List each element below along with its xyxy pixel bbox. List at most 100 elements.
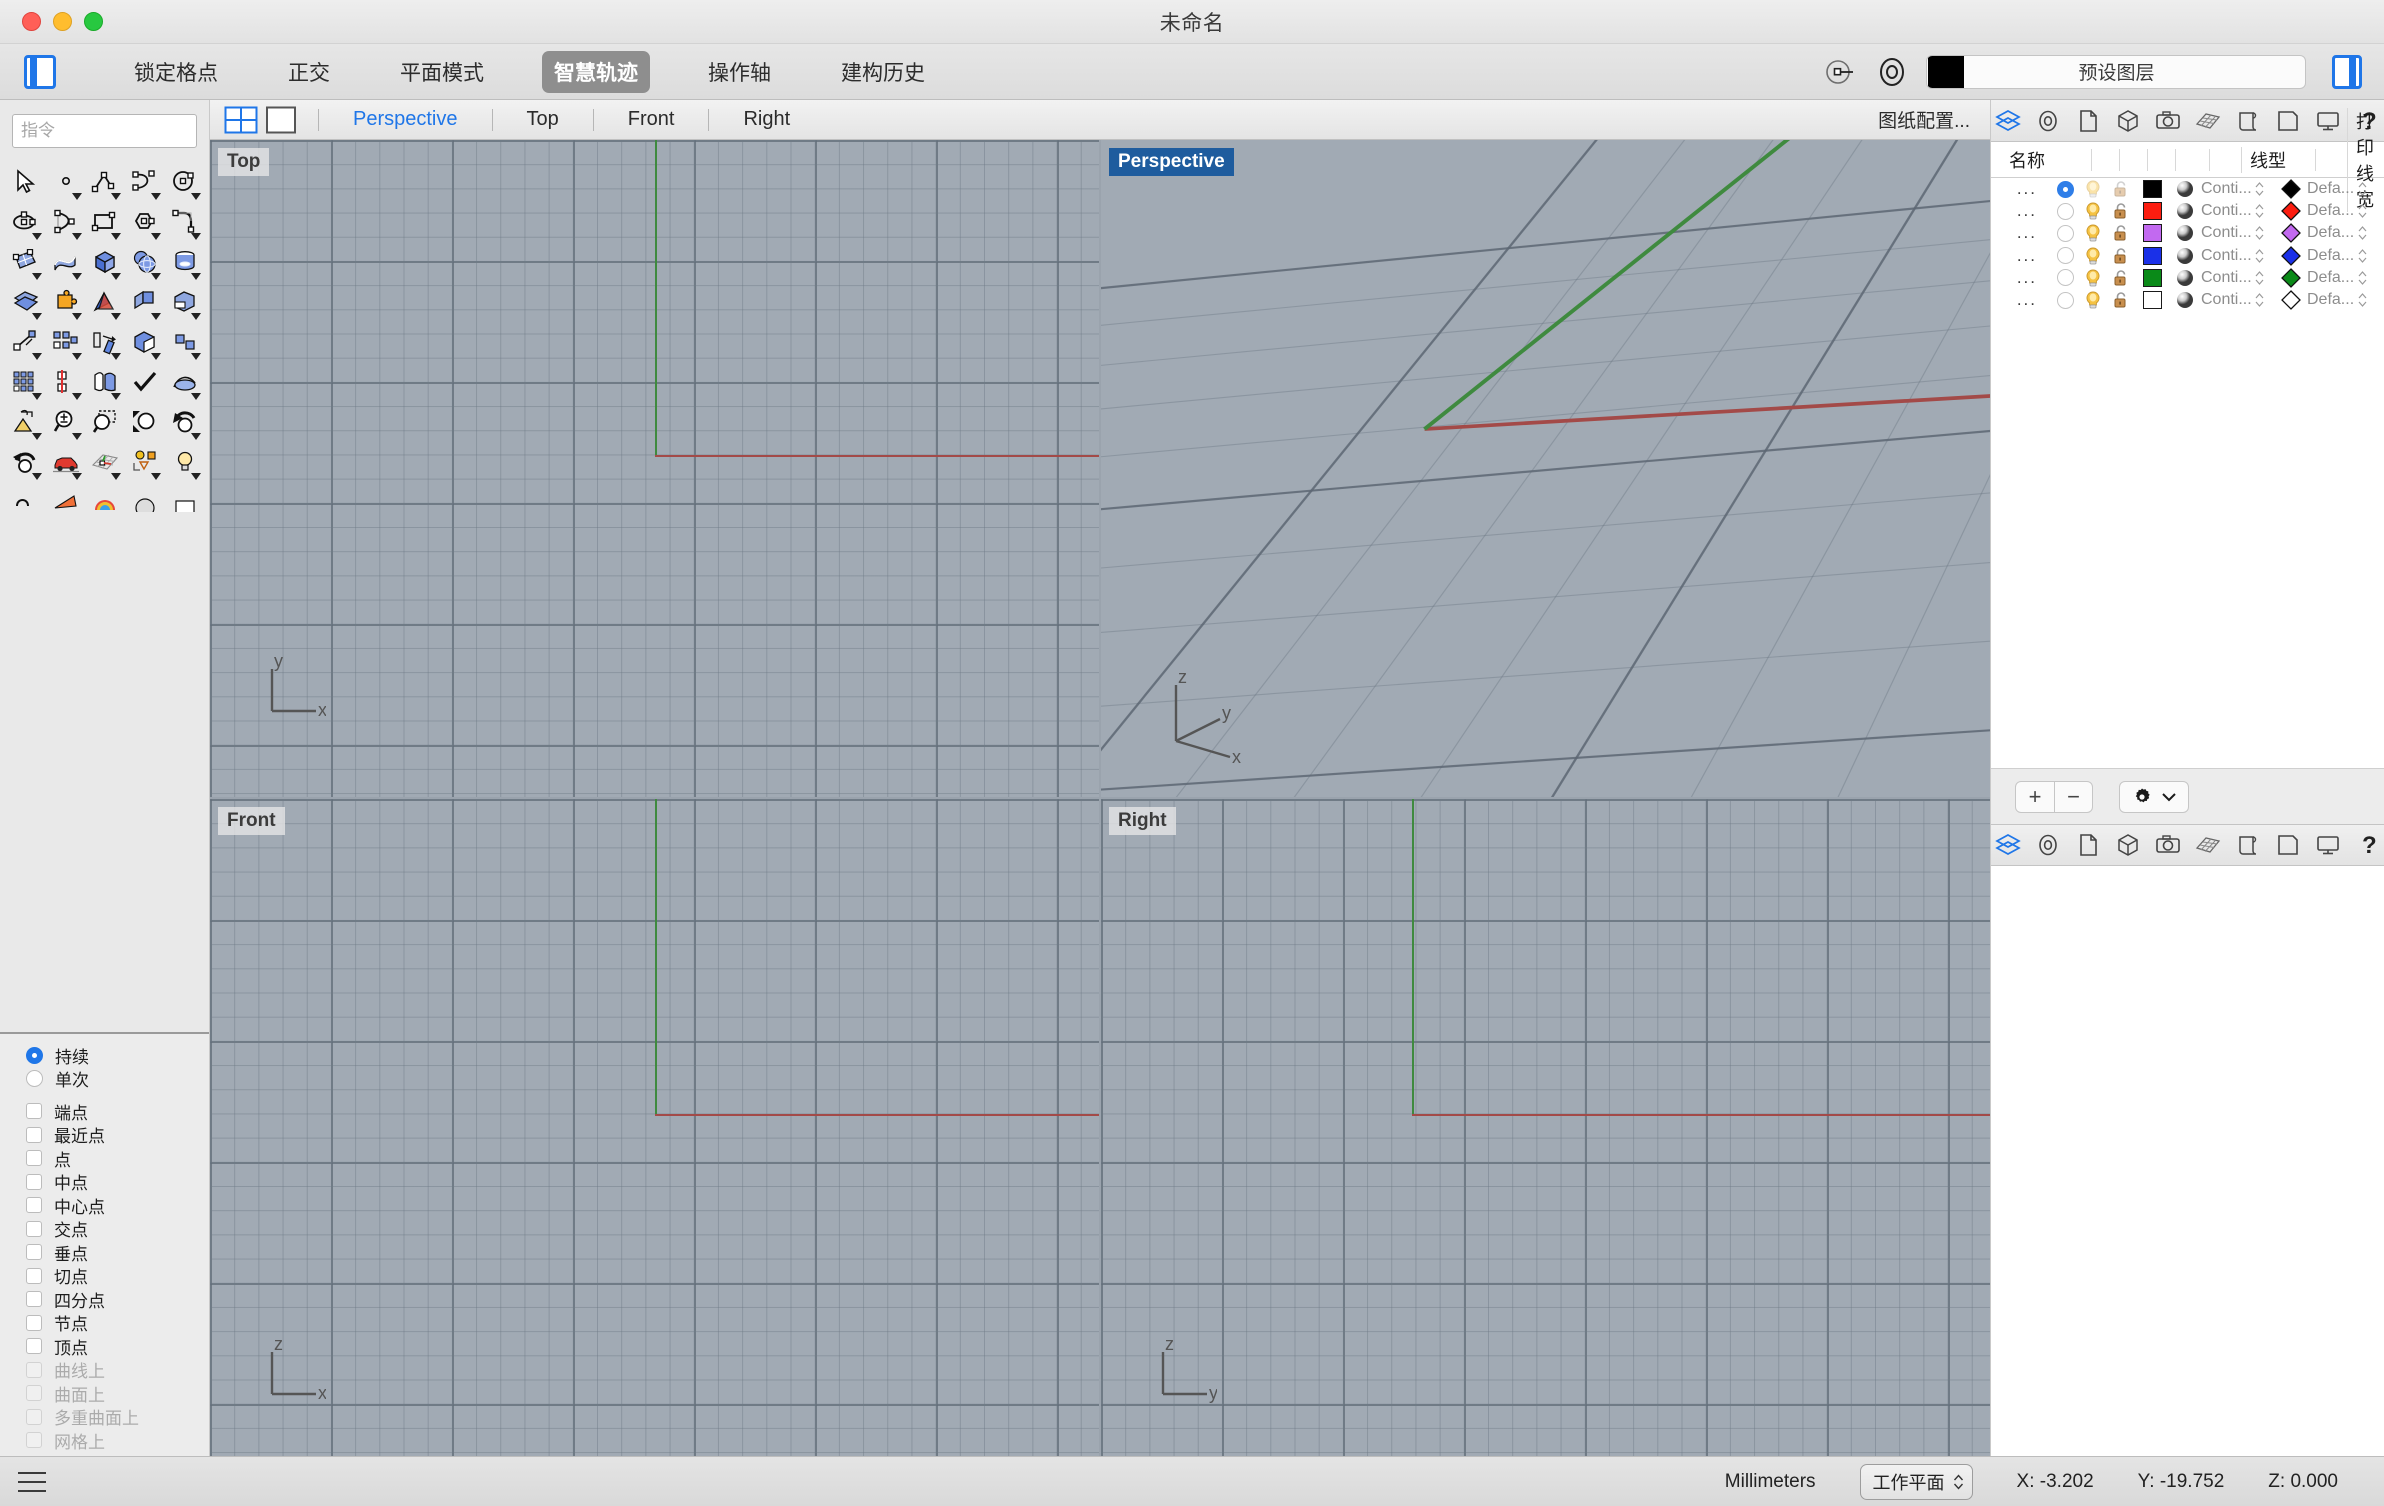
layer-print-width-select[interactable]: Defa... <box>2307 291 2384 309</box>
tool-select-arrow[interactable] <box>6 162 46 202</box>
viewport-tab-perspective[interactable]: Perspective <box>333 108 478 131</box>
tool-puzzle[interactable] <box>46 282 86 322</box>
layer-visibility-toggle[interactable] <box>2079 179 2107 199</box>
layer-lock-toggle[interactable] <box>2107 223 2135 243</box>
tool-layout[interactable] <box>125 442 165 482</box>
layer-print-width-select[interactable]: Defa... <box>2307 269 2384 287</box>
gumball-icon[interactable] <box>1822 54 1858 90</box>
layer-name[interactable]: ... <box>1991 201 2051 221</box>
tool-split[interactable] <box>125 322 165 362</box>
layer-material-icon[interactable] <box>2169 268 2201 288</box>
snap-near[interactable]: 最近点 <box>0 1123 209 1147</box>
layer-material-icon[interactable] <box>2169 290 2201 310</box>
layer-color-swatch[interactable] <box>2135 291 2169 310</box>
tool-cylinder[interactable] <box>165 242 205 282</box>
table-row[interactable]: ... Conti... Defa... <box>1991 200 2384 222</box>
layer-linetype-select[interactable]: Conti... <box>2201 269 2275 287</box>
layer-name[interactable]: ... <box>1991 290 2051 310</box>
radio-current-layer-icon[interactable] <box>2056 269 2074 287</box>
toolbar-item-history[interactable]: 建构历史 <box>829 51 937 93</box>
radio-current-layer-icon[interactable] <box>2056 180 2074 198</box>
camera-icon[interactable] <box>2154 831 2182 859</box>
layer-visibility-toggle[interactable] <box>2079 268 2107 288</box>
viewport-front[interactable]: z x Front <box>210 799 1099 1456</box>
layer-color-swatch[interactable] <box>2135 268 2169 287</box>
layer-print-width-select[interactable]: Defa... <box>2307 224 2384 242</box>
checkbox-near-icon[interactable] <box>26 1126 42 1143</box>
tool-surface-from-curves[interactable] <box>6 242 46 282</box>
tool-rotate-view[interactable] <box>6 442 46 482</box>
tool-zoom-previous[interactable] <box>165 402 205 442</box>
table-row[interactable]: ... Conti... Defa... <box>1991 267 2384 289</box>
object-properties-icon[interactable] <box>2114 831 2142 859</box>
layer-linetype-select[interactable]: Conti... <box>2201 247 2275 265</box>
checkbox-perp-icon[interactable] <box>26 1244 42 1261</box>
checkbox-int-icon[interactable] <box>26 1220 42 1237</box>
single-view-layout-icon[interactable] <box>264 106 298 134</box>
layer-name[interactable]: ... <box>1991 223 2051 243</box>
snap-end[interactable]: 端点 <box>0 1100 209 1124</box>
toolbar-item-ortho[interactable]: 正交 <box>276 51 342 93</box>
layer-material-icon[interactable] <box>2169 246 2201 266</box>
display-icon[interactable] <box>2314 831 2342 859</box>
layer-lock-toggle[interactable] <box>2107 246 2135 266</box>
layer-lock-toggle[interactable] <box>2107 268 2135 288</box>
command-input[interactable] <box>12 114 197 148</box>
viewport-tab-top[interactable]: Top <box>507 108 579 131</box>
layer-current-toggle[interactable] <box>2051 202 2079 220</box>
tool-render[interactable] <box>46 482 86 522</box>
layer-name[interactable]: ... <box>1991 179 2051 199</box>
tool-curve[interactable] <box>125 162 165 202</box>
tool-light[interactable] <box>165 442 205 482</box>
layer-lock-toggle[interactable] <box>2107 201 2135 221</box>
tool-grid-array[interactable] <box>6 362 46 402</box>
tool-cplane[interactable] <box>86 442 126 482</box>
tool-sphere[interactable] <box>125 242 165 282</box>
layer-visibility-toggle[interactable] <box>2079 201 2107 221</box>
sheet-config-button[interactable]: 图纸配置... <box>1878 106 1990 133</box>
snap-quad[interactable]: 四分点 <box>0 1288 209 1312</box>
add-layer-button[interactable]: + <box>2016 782 2054 812</box>
layer-linetype-select[interactable]: Conti... <box>2201 224 2275 242</box>
table-row[interactable]: ... Conti... Defa... <box>1991 222 2384 244</box>
layer-visibility-toggle[interactable] <box>2079 223 2107 243</box>
radio-current-layer-icon[interactable] <box>2056 202 2074 220</box>
snap-perp[interactable]: 垂点 <box>0 1241 209 1265</box>
layer-print-width-select[interactable]: Defa... <box>2307 247 2384 265</box>
layer-name[interactable]: ... <box>1991 268 2051 288</box>
layer-name[interactable]: ... <box>1991 246 2051 266</box>
snap-knot[interactable]: 节点 <box>0 1311 209 1335</box>
remove-layer-button[interactable]: − <box>2054 781 2092 812</box>
layer-current-toggle[interactable] <box>2051 269 2079 287</box>
layer-current-toggle[interactable] <box>2051 247 2079 265</box>
left-panel-toggle-icon[interactable] <box>24 54 56 89</box>
radio-current-layer-icon[interactable] <box>2056 224 2074 242</box>
layer-print-color-swatch[interactable] <box>2275 178 2307 200</box>
toolbar-item-grid-snap[interactable]: 锁定格点 <box>122 51 230 93</box>
tool-zoom-window[interactable] <box>86 402 126 442</box>
layer-linetype-select[interactable]: Conti... <box>2201 202 2275 220</box>
tool-polyline[interactable] <box>86 162 126 202</box>
tool-circle[interactable] <box>165 162 205 202</box>
tool-more[interactable] <box>165 322 205 362</box>
tool-print-preview[interactable] <box>165 482 205 522</box>
osnap-icon[interactable] <box>2034 107 2062 135</box>
snap-mid[interactable]: 中点 <box>0 1170 209 1194</box>
right-panel-toggle-icon[interactable] <box>2332 54 2362 89</box>
layer-material-icon[interactable] <box>2169 201 2201 221</box>
checkbox-vertex-icon[interactable] <box>26 1338 42 1355</box>
object-properties-icon[interactable] <box>2114 107 2142 135</box>
layer-print-width-select[interactable]: Defa... <box>2307 180 2384 198</box>
tool-mirror[interactable] <box>46 362 86 402</box>
viewport-label-top[interactable]: Top <box>218 148 270 176</box>
checkbox-mid-icon[interactable] <box>26 1173 42 1190</box>
viewport-label-front[interactable]: Front <box>218 807 285 835</box>
viewport-tab-right[interactable]: Right <box>723 108 810 131</box>
layer-visibility-toggle[interactable] <box>2079 290 2107 310</box>
layer-color-swatch[interactable] <box>2135 246 2169 265</box>
layer-current-toggle[interactable] <box>2051 224 2079 242</box>
document-icon[interactable] <box>2074 107 2102 135</box>
notes-icon[interactable] <box>2234 831 2262 859</box>
radio-current-layer-icon[interactable] <box>2056 291 2074 309</box>
tool-flow[interactable] <box>86 362 126 402</box>
